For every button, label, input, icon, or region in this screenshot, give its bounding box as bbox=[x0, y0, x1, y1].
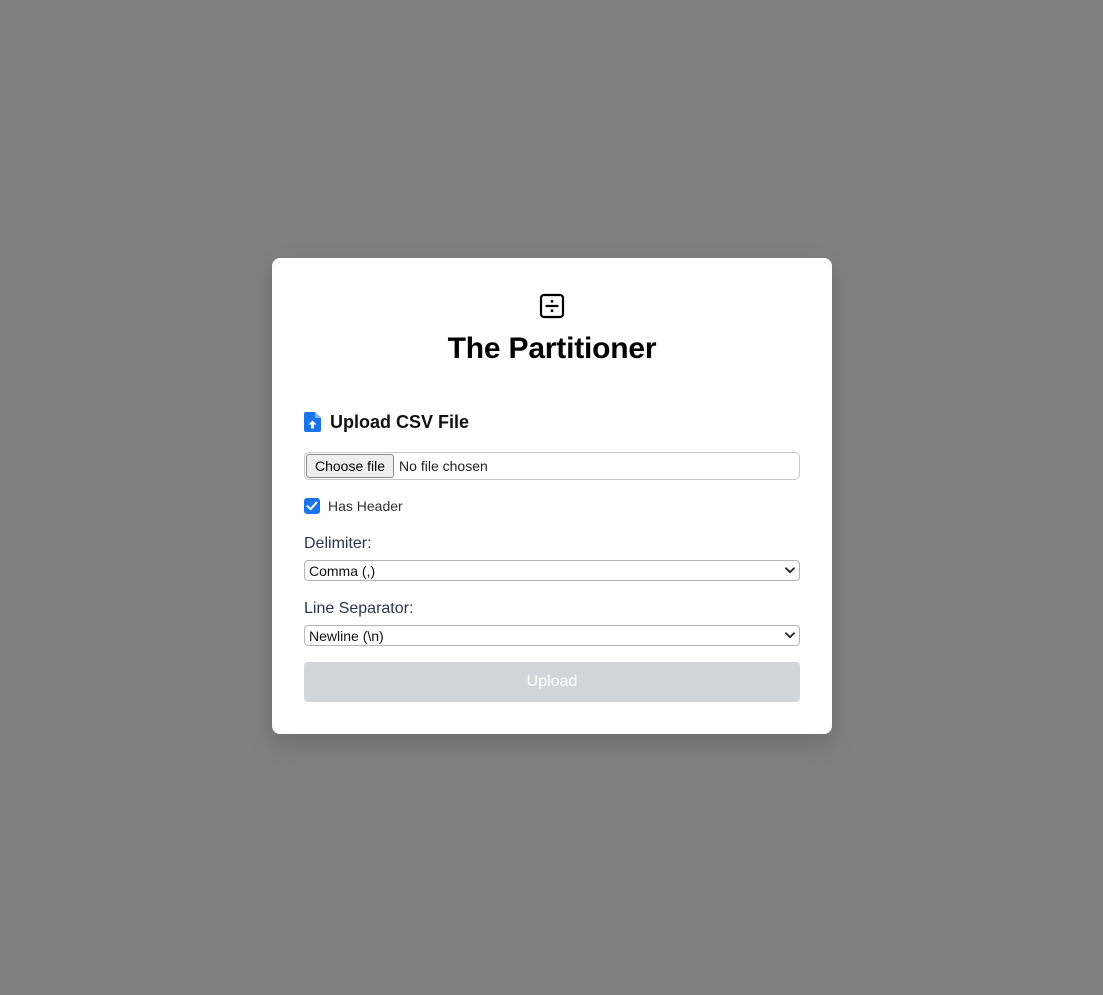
file-status-text: No file chosen bbox=[399, 458, 488, 474]
delimiter-select[interactable]: Comma (,) bbox=[304, 560, 800, 581]
has-header-label: Has Header bbox=[328, 498, 403, 514]
upload-card: The Partitioner Upload CSV File Choose f… bbox=[272, 258, 832, 734]
choose-file-button[interactable]: Choose file bbox=[306, 454, 395, 478]
line-separator-label: Line Separator: bbox=[304, 600, 414, 617]
file-input[interactable]: Choose file No file chosen bbox=[304, 452, 800, 480]
chevron-down-icon bbox=[785, 632, 795, 639]
checkmark-icon bbox=[306, 501, 318, 511]
has-header-checkbox[interactable] bbox=[304, 498, 320, 514]
has-header-row: Has Header bbox=[304, 497, 403, 515]
divide-square-icon bbox=[539, 293, 565, 319]
chevron-down-icon bbox=[785, 567, 795, 574]
section-title: Upload CSV File bbox=[330, 411, 470, 432]
delimiter-selected-value: Comma (,) bbox=[309, 562, 376, 579]
delimiter-label: Delimiter: bbox=[304, 535, 372, 552]
line-separator-selected-value: Newline (\n) bbox=[309, 627, 384, 644]
upload-section-header: Upload CSV File bbox=[304, 411, 469, 433]
line-separator-select[interactable]: Newline (\n) bbox=[304, 625, 800, 646]
upload-button[interactable]: Upload bbox=[304, 662, 800, 702]
page-title: The Partitioner bbox=[447, 332, 657, 365]
file-upload-icon bbox=[304, 412, 321, 432]
